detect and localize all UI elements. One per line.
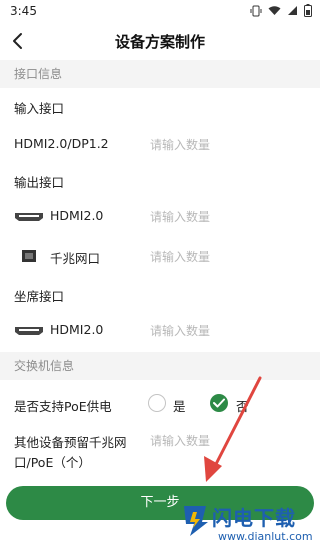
poe-question-label: 是否支持PoE供电 (14, 399, 112, 414)
section-header-interfaces: 接口信息 (0, 60, 320, 88)
status-bar: 3:45 (0, 0, 320, 22)
output-hdmi-row: HDMI2.0 请输入数量 (0, 198, 320, 234)
input-hdmi-label: HDMI2.0/DP1.2 (14, 136, 109, 151)
vibrate-icon (250, 5, 262, 16)
seat-hdmi-row: HDMI2.0 请输入数量 (0, 312, 320, 348)
watermark-logo: 闪电下载 www.dianlut.com (178, 500, 318, 556)
section-header-switch: 交换机信息 (0, 352, 320, 380)
seat-hdmi-label: HDMI2.0 (50, 322, 104, 337)
reserve-ports-label-line1: 其他设备预留千兆网 (14, 435, 127, 450)
output-ports-heading: 输出接口 (14, 175, 65, 190)
output-hdmi-quantity-input[interactable]: 请输入数量 (150, 208, 210, 225)
seat-ports-heading: 坐席接口 (14, 289, 65, 304)
poe-yes-label: 是 (173, 399, 186, 414)
seat-ports-heading-row: 坐席接口 (0, 276, 320, 312)
input-hdmi-quantity-input[interactable]: 请输入数量 (150, 136, 210, 153)
poe-no-label: 否 (236, 399, 249, 414)
input-ports-heading-row: 输入接口 (0, 88, 320, 124)
reserve-ports-quantity-input[interactable]: 请输入数量 (150, 432, 210, 449)
battery-icon (304, 4, 312, 17)
poe-yes-radio[interactable] (148, 394, 166, 412)
output-ethernet-row: 千兆网口 请输入数量 (0, 238, 320, 274)
ethernet-port-icon (22, 250, 36, 262)
output-ports-heading-row: 输出接口 (0, 162, 320, 198)
hdmi-port-icon (15, 213, 43, 221)
input-hdmi-row: HDMI2.0/DP1.2 请输入数量 (0, 126, 320, 162)
output-ethernet-label: 千兆网口 (50, 251, 101, 266)
output-ethernet-quantity-input[interactable]: 请输入数量 (150, 248, 210, 265)
status-icons (250, 4, 312, 17)
hdmi-port-icon (15, 327, 43, 335)
page-title: 设备方案制作 (114, 33, 205, 51)
watermark-title: 闪电下载 (212, 506, 296, 530)
title-bar: 设备方案制作 (0, 22, 320, 60)
reserve-ports-label-line2: 口/PoE（个） (14, 455, 91, 470)
input-ports-heading: 输入接口 (14, 101, 65, 116)
poe-row: 是否支持PoE供电 是 否 (0, 386, 320, 422)
lightning-logo-icon (184, 506, 208, 536)
wifi-icon (268, 6, 281, 15)
poe-no-radio[interactable] (210, 394, 228, 412)
signal-icon (288, 6, 297, 15)
status-time: 3:45 (10, 4, 37, 18)
checkmark-icon (213, 398, 225, 408)
output-hdmi-label: HDMI2.0 (50, 208, 104, 223)
seat-hdmi-quantity-input[interactable]: 请输入数量 (150, 322, 210, 339)
reserve-ports-row: 其他设备预留千兆网 口/PoE（个） 请输入数量 (0, 424, 320, 474)
watermark-url: www.dianlut.com (218, 530, 313, 543)
